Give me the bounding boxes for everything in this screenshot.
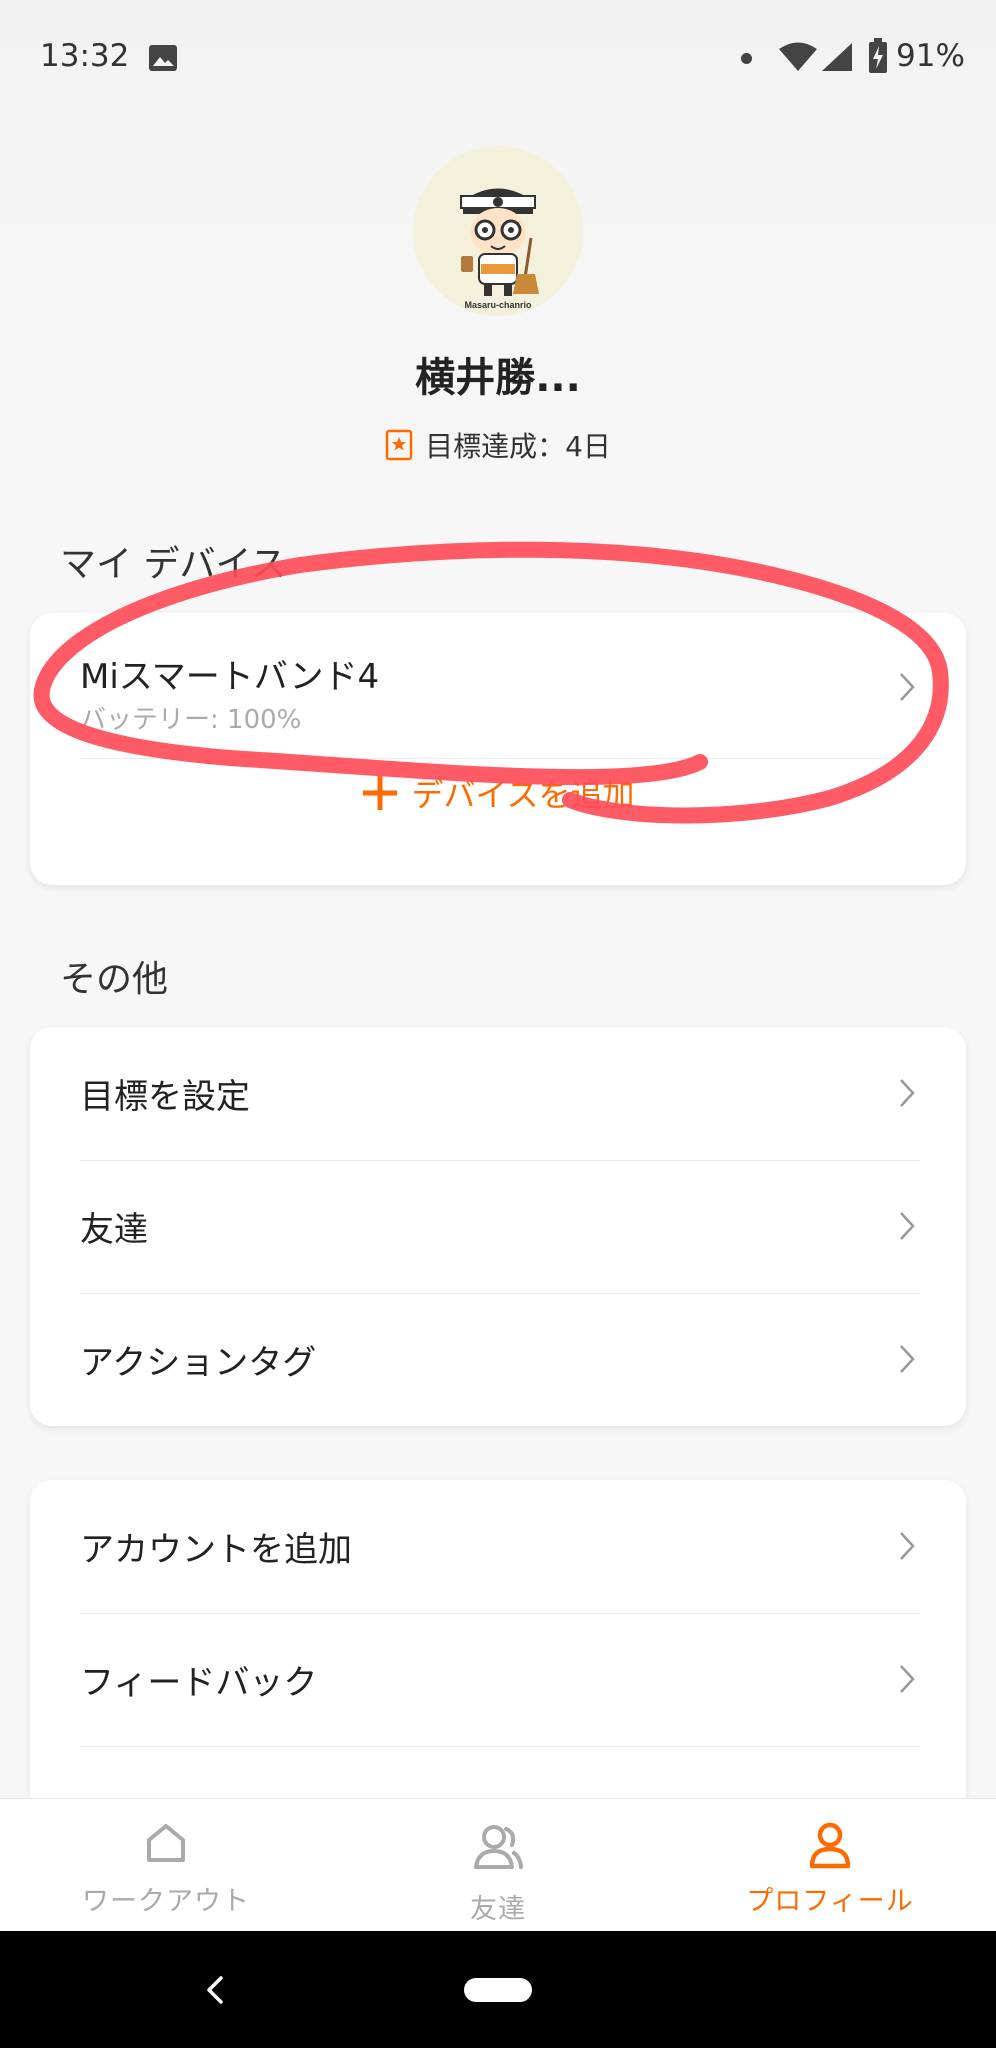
goal-text: 目標達成：4日: [425, 430, 611, 463]
row-label: フィードバック: [80, 1663, 318, 1703]
chevron-right-icon: [900, 1532, 915, 1560]
profile-name: 横井勝...: [415, 355, 581, 401]
back-icon[interactable]: [204, 1975, 226, 2005]
signal-icon: [822, 43, 852, 71]
others-card: 目標を設定 友達 アクションタグ: [30, 1027, 966, 1426]
status-time: 13:32: [40, 38, 130, 74]
row-label: アクションタグ: [80, 1343, 317, 1383]
nav-workout[interactable]: ワークアウト: [0, 1799, 332, 1932]
row-friends[interactable]: 友達: [30, 1160, 966, 1293]
home-icon: [147, 1824, 185, 1862]
profile-icon: [809, 1822, 851, 1869]
row-action-tags[interactable]: アクションタグ: [30, 1293, 966, 1426]
goal-badge-icon: [385, 429, 413, 461]
nav-profile[interactable]: プロフィール: [664, 1799, 996, 1932]
row-label: アカウントを追加: [80, 1530, 352, 1570]
devices-card: Miスマートバンド4 バッテリー: 100% デバイスを追加: [30, 613, 966, 885]
row-add-account[interactable]: アカウントを追加: [30, 1480, 966, 1613]
battery-percent: 91%: [896, 38, 965, 74]
bottom-navigation: ワークアウト 友達 プロフィール: [0, 1798, 996, 1932]
divider: [80, 758, 920, 759]
status-bar: 13:32 91%: [0, 0, 996, 118]
wifi-icon: [779, 42, 817, 71]
divider: [80, 1746, 920, 1747]
nav-label: プロフィール: [746, 1886, 914, 1917]
friends-icon: [474, 1825, 523, 1869]
plus-icon: [363, 776, 398, 810]
device-battery: バッテリー: 100%: [80, 705, 302, 735]
add-device-button[interactable]: デバイスを追加: [30, 761, 966, 825]
system-navigation-bar: [0, 1931, 996, 2048]
account-card: アカウントを追加 フィードバック: [30, 1480, 966, 1820]
avatar-illustration: Masaru-chanrio: [413, 146, 583, 316]
chevron-right-icon: [900, 1079, 915, 1107]
image-notification-icon: [149, 45, 177, 71]
add-device-label: デバイスを追加: [411, 776, 635, 814]
chevron-right-icon: [900, 1345, 915, 1373]
chevron-right-icon: [900, 673, 915, 701]
section-title-others: その他: [60, 959, 169, 1000]
row-set-goal[interactable]: 目標を設定: [30, 1027, 966, 1160]
row-label: 目標を設定: [80, 1077, 250, 1117]
section-title-devices: マイ デバイス: [60, 544, 287, 585]
device-name: Miスマートバンド4: [80, 657, 380, 697]
chevron-right-icon: [900, 1212, 915, 1240]
avatar[interactable]: Masaru-chanrio: [413, 146, 583, 316]
notification-dot-icon: [741, 53, 752, 64]
row-label: 友達: [80, 1210, 148, 1250]
device-row-mi-band[interactable]: Miスマートバンド4 バッテリー: 100%: [30, 613, 966, 758]
goal-achievement: 目標達成：4日: [0, 423, 996, 467]
row-feedback[interactable]: フィードバック: [30, 1613, 966, 1746]
avatar-caption: Masaru-chanrio: [464, 300, 532, 310]
chevron-right-icon: [900, 1665, 915, 1693]
home-pill-button[interactable]: [464, 1978, 532, 2002]
battery-charging-icon: [869, 38, 887, 73]
nav-label: 友達: [470, 1894, 526, 1925]
nav-label: ワークアウト: [82, 1886, 250, 1917]
nav-friends[interactable]: 友達: [332, 1799, 664, 1932]
